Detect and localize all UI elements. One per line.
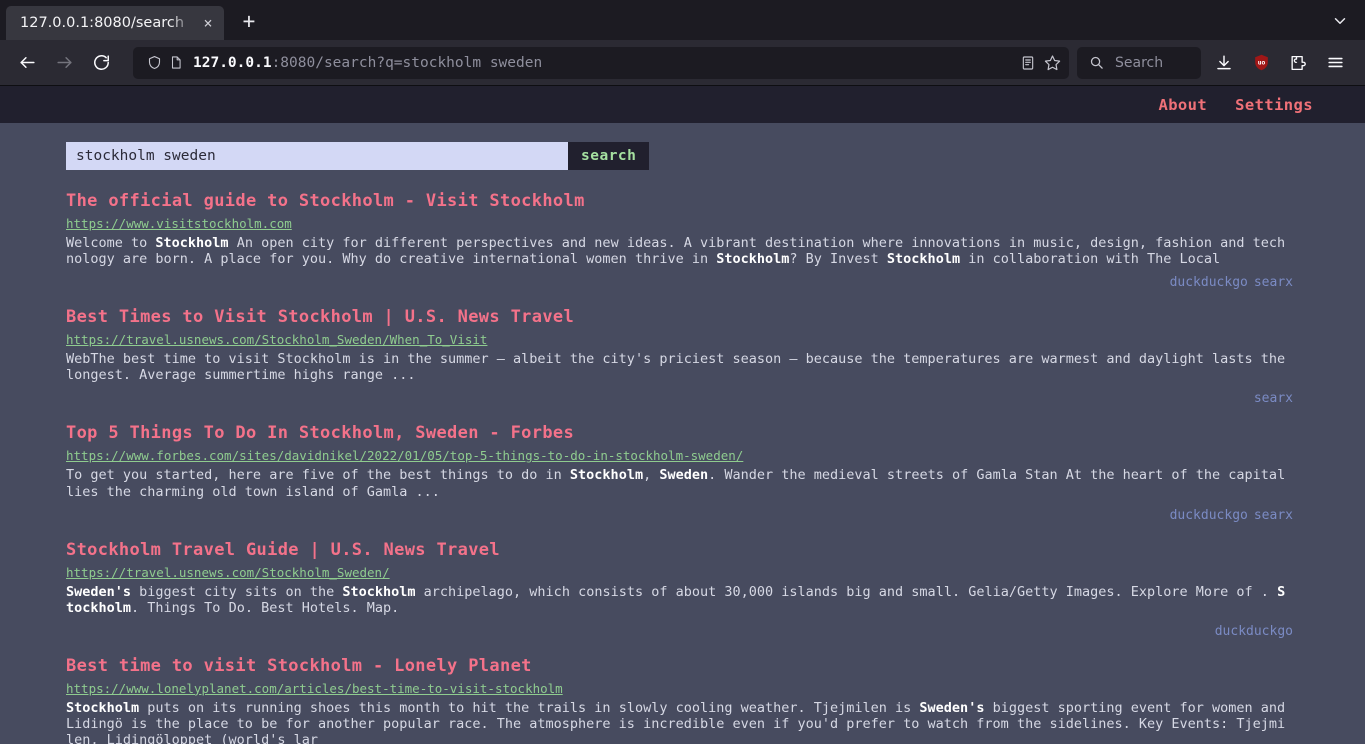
url-bar[interactable]: 127.0.0.1:8080/search?q=stockholm sweden	[133, 46, 1069, 79]
url-path: :8080/search?q=stockholm sweden	[271, 54, 543, 71]
search-button[interactable]: search	[568, 142, 650, 170]
page-content: About Settings search The official guide…	[0, 86, 1365, 744]
engine-tag: searx	[1253, 275, 1293, 291]
ublock-shield-icon[interactable]: uo	[1244, 46, 1278, 80]
shield-icon[interactable]	[143, 53, 165, 73]
search-placeholder: Search	[1115, 54, 1164, 71]
chevron-down-icon[interactable]	[1323, 4, 1357, 38]
result-title-link[interactable]: Best Times to Visit Stockholm | U.S. New…	[66, 306, 1293, 329]
search-result: Best time to visit Stockholm - Lonely Pl…	[66, 655, 1293, 744]
download-icon[interactable]	[1207, 46, 1241, 80]
toolbar-search-box[interactable]: Search	[1077, 46, 1201, 79]
result-snippet: Sweden's biggest city sits on the Stockh…	[66, 583, 1286, 616]
result-snippet: Welcome to Stockholm An open city for di…	[66, 235, 1286, 268]
nav-link-settings[interactable]: Settings	[1235, 96, 1313, 114]
search-input[interactable]	[66, 142, 568, 170]
site-header: About Settings	[0, 86, 1365, 123]
search-result: The official guide to Stockholm - Visit …	[66, 190, 1293, 290]
results-list: The official guide to Stockholm - Visit …	[0, 170, 1365, 744]
result-snippet: Stockholm puts on its running shoes this…	[66, 699, 1286, 744]
engine-tag: searx	[1253, 507, 1293, 523]
tab-strip: 127.0.0.1:8080/search × +	[0, 0, 1365, 40]
result-snippet: WebThe best time to visit Stockholm is i…	[66, 351, 1286, 384]
search-form: search	[0, 123, 1365, 170]
result-engines: duckduckgo searx	[66, 275, 1293, 290]
search-result: Top 5 Things To Do In Stockholm, Sweden …	[66, 422, 1293, 522]
result-title-link[interactable]: Stockholm Travel Guide | U.S. News Trave…	[66, 539, 1293, 562]
url-host: 127.0.0.1	[193, 54, 272, 71]
svg-text:uo: uo	[1257, 60, 1265, 67]
engine-tag: searx	[1253, 391, 1293, 407]
search-result: Stockholm Travel Guide | U.S. News Trave…	[66, 539, 1293, 639]
result-url[interactable]: https://travel.usnews.com/Stockholm_Swed…	[66, 564, 1293, 582]
nav-link-about[interactable]: About	[1158, 96, 1207, 114]
result-url[interactable]: https://www.forbes.com/sites/davidnikel/…	[66, 447, 1293, 465]
result-title-link[interactable]: Top 5 Things To Do In Stockholm, Sweden …	[66, 422, 1293, 445]
star-icon[interactable]	[1041, 53, 1063, 73]
browser-tab[interactable]: 127.0.0.1:8080/search ×	[6, 6, 224, 40]
browser-window: 127.0.0.1:8080/search × + 127.0.0.1:8080…	[0, 0, 1365, 744]
result-engines: duckduckgo	[66, 624, 1293, 639]
result-engines: searx	[66, 391, 1293, 406]
result-url[interactable]: https://www.lonelyplanet.com/articles/be…	[66, 680, 1293, 698]
reload-icon[interactable]	[84, 46, 118, 80]
url-text: 127.0.0.1:8080/search?q=stockholm sweden	[187, 55, 1017, 71]
result-title-link[interactable]: Best time to visit Stockholm - Lonely Pl…	[66, 655, 1293, 678]
toolbar-actions: uo	[1207, 46, 1355, 80]
hamburger-menu-icon[interactable]	[1318, 46, 1352, 80]
engine-tag: duckduckgo	[1214, 623, 1293, 639]
search-icon	[1085, 53, 1107, 73]
new-tab-button[interactable]: +	[232, 4, 266, 38]
search-result: Best Times to Visit Stockholm | U.S. New…	[66, 306, 1293, 406]
forward-arrow-icon[interactable]	[47, 46, 81, 80]
reader-view-icon[interactable]	[1017, 53, 1039, 73]
close-icon[interactable]: ×	[198, 13, 218, 33]
url-bar-actions	[1017, 53, 1063, 73]
engine-tag: duckduckgo	[1169, 507, 1248, 523]
tab-title: 127.0.0.1:8080/search	[20, 15, 185, 31]
engine-tag: duckduckgo	[1169, 275, 1248, 291]
page-icon	[165, 53, 187, 73]
result-url[interactable]: https://travel.usnews.com/Stockholm_Swed…	[66, 331, 1293, 349]
result-url[interactable]: https://www.visitstockholm.com	[66, 215, 1293, 233]
result-engines: duckduckgo searx	[66, 508, 1293, 523]
result-title-link[interactable]: The official guide to Stockholm - Visit …	[66, 190, 1293, 213]
back-arrow-icon[interactable]	[10, 46, 44, 80]
result-snippet: To get you started, here are five of the…	[66, 467, 1286, 500]
extension-icon[interactable]	[1281, 46, 1315, 80]
navigation-toolbar: 127.0.0.1:8080/search?q=stockholm sweden…	[0, 40, 1365, 86]
